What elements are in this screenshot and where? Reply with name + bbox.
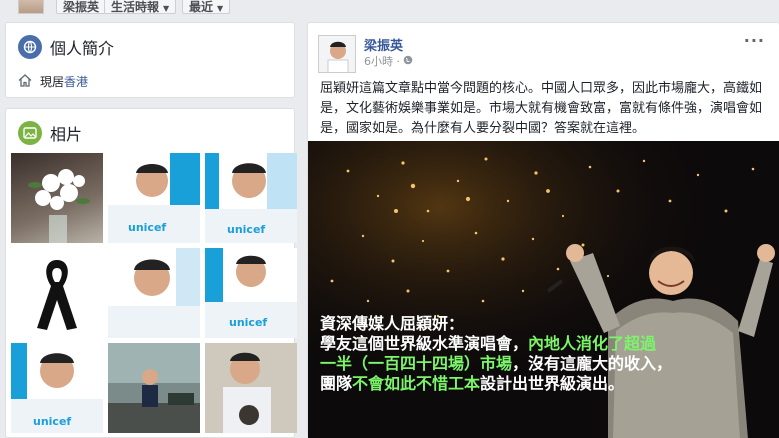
photo-thumb-office[interactable] <box>108 343 200 433</box>
author-avatar[interactable] <box>318 35 356 73</box>
top-strip: 梁振英 生活時報 ▼ 最近 ▼ <box>0 0 779 16</box>
photo-thumb-black-ribbon[interactable] <box>11 248 103 338</box>
intro-title: 個人簡介 <box>50 39 115 58</box>
photos-title: 相片 <box>50 125 83 144</box>
photo-thumb-flowers[interactable] <box>11 153 103 243</box>
more-options-icon[interactable]: ··· <box>744 31 765 50</box>
intro-card: 個人簡介 現居 香港 <box>5 22 295 98</box>
caption-line-2: 學友這個世界級水準演唱會，內地人消化了超過 <box>320 334 657 353</box>
svg-text:unicef: unicef <box>128 221 166 234</box>
post-timestamp[interactable]: 6小時 · <box>364 53 413 69</box>
photo-icon <box>18 121 42 145</box>
post-image[interactable]: 資深傳媒人屈穎妍： 學友這個世界級水準演唱會，內地人消化了超過 一半（一百四十四… <box>308 141 779 438</box>
post-card: 梁振英 6小時 · ··· 屈穎妍這篇文章點中當今問題的核心。中國人口眾多，因此… <box>307 22 779 438</box>
globe-icon <box>18 35 42 59</box>
photo-thumb-unicef-1[interactable]: unicef <box>108 153 200 243</box>
caption-line-4: 團隊不會如此不惜工本設計出世界級演出。 <box>320 374 625 393</box>
photo-thumb-portrait[interactable] <box>205 343 297 433</box>
svg-text:unicef: unicef <box>33 415 71 428</box>
profile-thumbnail[interactable] <box>18 0 44 14</box>
image-caption: 資深傳媒人屈穎妍： 學友這個世界級水準演唱會，內地人消化了超過 一半（一百四十四… <box>320 314 750 394</box>
lives-prefix: 現居 <box>40 75 65 89</box>
photo-thumb-unicef-2[interactable]: unicef <box>205 153 297 243</box>
timeline-button[interactable]: 生活時報 ▼ <box>104 0 177 14</box>
svg-text:unicef: unicef <box>227 223 265 236</box>
chevron-down-icon: ▼ <box>217 4 224 13</box>
photo-thumb-unicef-4[interactable]: unicef <box>205 248 297 338</box>
chevron-down-icon: ▼ <box>163 4 170 13</box>
lives-city-link[interactable]: 香港 <box>64 73 88 90</box>
name-button[interactable]: 梁振英 <box>56 0 107 14</box>
photos-card: 相片 unicef unicef unicef unicef <box>5 108 297 438</box>
home-icon <box>18 73 32 90</box>
post-text: 屈穎妍這篇文章點中當今問題的核心。中國人口眾多，因此市場龐大，高鐵如是，文化藝術… <box>320 81 763 136</box>
author-name-link[interactable]: 梁振英 <box>364 35 403 54</box>
svg-text:unicef: unicef <box>229 316 267 329</box>
lives-in-row: 現居 香港 <box>6 59 294 90</box>
caption-line-1: 資深傳媒人屈穎妍： <box>320 314 465 333</box>
photo-thumb-unicef-3[interactable] <box>108 248 200 338</box>
photo-thumb-unicef-5[interactable]: unicef <box>11 343 103 433</box>
caption-line-3: 一半（一百四十四場）市場，沒有這龐大的收入， <box>320 354 673 373</box>
globe-icon <box>403 55 413 68</box>
recent-button[interactable]: 最近 ▼ <box>182 0 231 14</box>
